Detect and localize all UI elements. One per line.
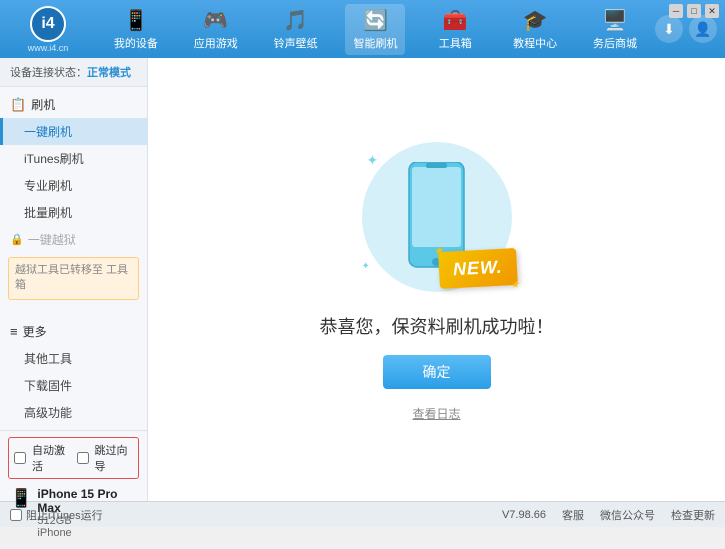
connection-status: 设备连接状态：正常模式 — [0, 58, 147, 87]
service-icon: 🖥️ — [603, 8, 628, 33]
skip-guide-checkbox[interactable] — [77, 452, 89, 464]
nav-my-device[interactable]: 📱 我的设备 — [106, 4, 166, 55]
ringtones-label: 铃声壁纸 — [274, 35, 318, 51]
top-right-controls: ⬇ 👤 — [655, 15, 717, 43]
customer-service-link[interactable]: 客服 — [562, 507, 584, 523]
ringtones-icon: 🎵 — [283, 8, 308, 33]
jailbreak-notice: 越狱工具已转移至 工具箱 — [8, 257, 139, 300]
sidebar-bottom: 自动激活 跳过向导 📱 iPhone 15 Pro Max 512GB iPho… — [0, 430, 147, 549]
device-type: iPhone — [37, 527, 137, 539]
view-log-link[interactable]: 查看日志 — [412, 405, 460, 422]
nav-tutorial[interactable]: 🎓 教程中心 — [505, 4, 565, 55]
itunes-block-row: 阻止iTunes运行 — [10, 507, 103, 523]
check-update-link[interactable]: 检查更新 — [671, 507, 715, 523]
more-category-icon: ≡ — [10, 324, 18, 339]
phone-illustration: ✦ ✦ NEW. — [357, 137, 517, 297]
status-mode: 正常模式 — [87, 67, 131, 79]
sidebar-item-itunes-flash[interactable]: iTunes刷机 — [0, 145, 147, 172]
service-label: 务后商城 — [593, 35, 637, 51]
sidebar: 设备连接状态：正常模式 📋 刷机 一键刷机 iTunes刷机 专业刷机 批量刷机 — [0, 58, 148, 501]
close-button[interactable]: ✕ — [705, 4, 719, 18]
new-badge: NEW. — [438, 248, 518, 289]
sidebar-item-download-firmware[interactable]: 下载固件 — [0, 372, 147, 399]
smart-flash-icon: 🔄 — [363, 8, 388, 33]
sidebar-flash-section: 📋 刷机 一键刷机 iTunes刷机 专业刷机 批量刷机 🔒 一键越狱 — [0, 87, 147, 308]
smart-flash-label: 智能刷机 — [353, 35, 397, 51]
nav-smart-flash[interactable]: 🔄 智能刷机 — [345, 4, 405, 55]
version-label: V7.98.66 — [119, 509, 546, 521]
app-logo: i4 www.i4.cn — [8, 6, 88, 53]
download-firmware-label: 下载固件 — [24, 379, 72, 393]
tutorial-label: 教程中心 — [513, 35, 557, 51]
success-area: ✦ ✦ NEW. 恭喜您，保资料刷机成功啦！ 确定 查看日志 — [320, 137, 554, 422]
nav-ringtones[interactable]: 🎵 铃声壁纸 — [266, 4, 326, 55]
itunes-block-label: 阻止iTunes运行 — [26, 507, 103, 523]
confirm-button[interactable]: 确定 — [383, 355, 491, 389]
download-button[interactable]: ⬇ — [655, 15, 683, 43]
sidebar-item-pro-flash[interactable]: 专业刷机 — [0, 172, 147, 199]
auto-activate-row: 自动激活 跳过向导 — [8, 437, 139, 479]
toolbox-icon: 🧰 — [443, 8, 468, 33]
toolbox-label: 工具箱 — [439, 35, 472, 51]
nav-bar: 📱 我的设备 🎮 应用游戏 🎵 铃声壁纸 🔄 智能刷机 🧰 工具箱 🎓 — [96, 4, 655, 55]
main-layout: 设备连接状态：正常模式 📋 刷机 一键刷机 iTunes刷机 专业刷机 批量刷机 — [0, 58, 725, 501]
topbar: i4 www.i4.cn 📱 我的设备 🎮 应用游戏 🎵 铃声壁纸 🔄 智能刷机… — [0, 0, 725, 58]
sidebar-item-jailbreak-disabled: 🔒 一键越狱 — [0, 226, 147, 253]
apps-games-icon: 🎮 — [203, 8, 228, 33]
auto-activate-checkbox[interactable] — [14, 452, 26, 464]
sidebar-category-flash[interactable]: 📋 刷机 — [0, 91, 147, 118]
onekey-flash-label: 一键刷机 — [24, 125, 72, 139]
sidebar-more-section: ≡ 更多 其他工具 下载固件 高级功能 — [0, 314, 147, 430]
skip-guide-label: 跳过向导 — [95, 442, 134, 474]
success-message: 恭喜您，保资料刷机成功啦！ — [320, 313, 554, 339]
sidebar-item-other-tools[interactable]: 其他工具 — [0, 345, 147, 372]
wechat-link[interactable]: 微信公众号 — [600, 507, 655, 523]
my-device-icon: 📱 — [123, 8, 148, 33]
sidebar-item-onekey-flash[interactable]: 一键刷机 — [0, 118, 147, 145]
itunes-flash-label: iTunes刷机 — [24, 152, 84, 166]
sidebar-item-advanced[interactable]: 高级功能 — [0, 399, 147, 426]
main-content: ✦ ✦ NEW. 恭喜您，保资料刷机成功啦！ 确定 查看日志 — [148, 58, 725, 501]
status-label: 设备连接状态： — [10, 67, 87, 79]
auto-activate-label: 自动激活 — [32, 442, 71, 474]
sidebar-item-batch-flash[interactable]: 批量刷机 — [0, 199, 147, 226]
flash-category-icon: 📋 — [10, 97, 26, 113]
jailbreak-label: 一键越狱 — [28, 231, 76, 248]
advanced-label: 高级功能 — [24, 406, 72, 420]
itunes-block-checkbox[interactable] — [10, 509, 22, 521]
nav-service[interactable]: 🖥️ 务后商城 — [585, 4, 645, 55]
tutorial-icon: 🎓 — [523, 8, 548, 33]
account-button[interactable]: 👤 — [689, 15, 717, 43]
nav-toolbox[interactable]: 🧰 工具箱 — [425, 4, 485, 55]
batch-flash-label: 批量刷机 — [24, 206, 72, 220]
sidebar-category-more[interactable]: ≡ 更多 — [0, 318, 147, 345]
sparkle-bottom-left-icon: ✦ — [362, 261, 370, 272]
lock-icon: 🔒 — [10, 233, 24, 246]
nav-apps-games[interactable]: 🎮 应用游戏 — [186, 4, 246, 55]
logo-url: www.i4.cn — [28, 43, 69, 53]
more-category-label: 更多 — [23, 323, 47, 340]
minimize-button[interactable]: ─ — [669, 4, 683, 18]
logo-icon: i4 — [30, 6, 66, 42]
other-tools-label: 其他工具 — [24, 352, 72, 366]
flash-category-label: 刷机 — [31, 96, 55, 113]
my-device-label: 我的设备 — [114, 35, 158, 51]
notice-text: 越狱工具已转移至 工具箱 — [15, 264, 128, 291]
apps-games-label: 应用游戏 — [194, 35, 238, 51]
sparkle-top-left-icon: ✦ — [367, 152, 379, 169]
pro-flash-label: 专业刷机 — [24, 179, 72, 193]
restore-button[interactable]: □ — [687, 4, 701, 18]
